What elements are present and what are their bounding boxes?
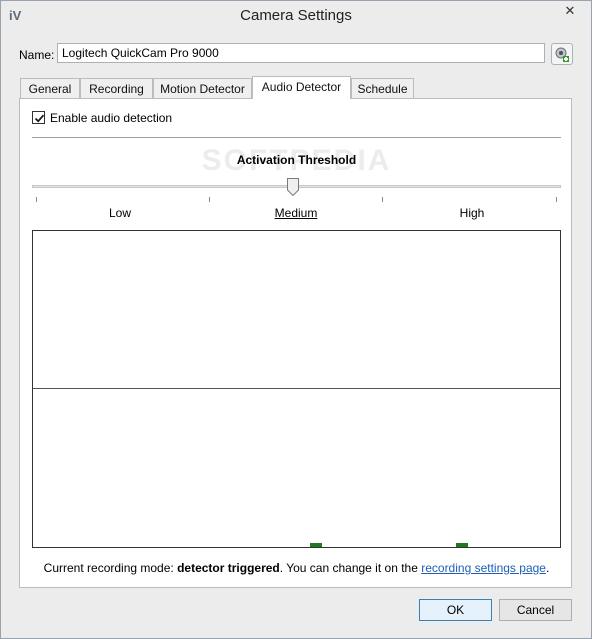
threshold-title: Activation Threshold [236,153,357,167]
close-button[interactable]: ✕ [555,1,585,21]
cancel-button[interactable]: Cancel [499,599,572,621]
enable-audio-checkbox[interactable] [32,111,45,124]
name-input[interactable] [57,43,545,63]
name-label: Name: [19,48,55,62]
close-icon: ✕ [564,3,576,18]
window-title: Camera Settings [240,7,352,24]
tab-general[interactable]: General [20,78,80,98]
slider-tick [382,197,383,202]
divider [32,137,561,138]
tab-recording[interactable]: Recording [80,78,153,98]
checkmark-icon [34,114,45,123]
status-mode: detector triggered [177,561,280,575]
threshold-line [33,388,560,389]
audio-level-bar [310,543,322,547]
level-high-label: High [459,206,485,220]
tab-schedule[interactable]: Schedule [351,78,414,98]
status-suffix: . [545,561,550,575]
ok-button[interactable]: OK [419,599,492,621]
level-low-label: Low [108,206,131,220]
recording-settings-link[interactable]: recording settings page [421,561,546,575]
camera-settings-window: iV Camera Settings ✕ Name: General Recor… [0,0,592,639]
slider-tick [36,197,37,202]
slider-tick [556,197,557,202]
tab-motion-detector[interactable]: Motion Detector [153,78,252,98]
slider-tick [209,197,210,202]
audio-detector-panel: SOFTPEDIA Enable audio detection Activat… [19,98,572,588]
recording-mode-status: Current recording mode: detector trigger… [20,561,573,575]
status-prefix: Current recording mode: [43,561,178,575]
audio-level-graph [32,230,561,548]
enable-audio-label[interactable]: Enable audio detection [50,111,172,125]
camera-icon [555,47,569,62]
level-medium-label: Medium [274,206,318,220]
status-middle: . You can change it on the [279,561,422,575]
camera-button[interactable] [551,43,573,65]
title-bar: iV Camera Settings ✕ [1,1,591,31]
tab-audio-detector[interactable]: Audio Detector [252,76,351,99]
threshold-slider-thumb[interactable] [287,178,299,196]
audio-level-bar [456,543,468,547]
